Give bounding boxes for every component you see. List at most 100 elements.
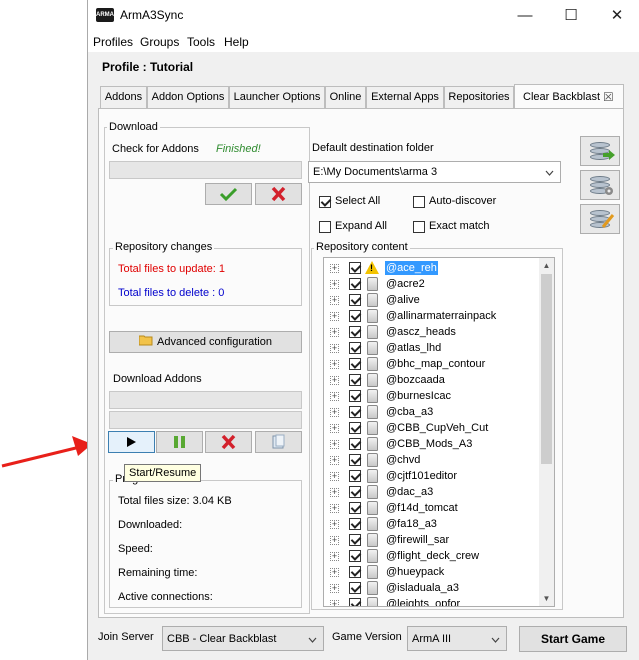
- addon-checkbox[interactable]: [349, 374, 361, 386]
- edit-repository-button[interactable]: [580, 204, 620, 234]
- close-button[interactable]: ✕: [594, 0, 639, 32]
- menu-profiles[interactable]: Profiles: [93, 35, 133, 49]
- addon-checkbox[interactable]: [349, 262, 361, 274]
- expand-icon[interactable]: +: [330, 408, 339, 417]
- tree-row[interactable]: + @chvd: [324, 452, 540, 468]
- expand-icon[interactable]: +: [330, 280, 339, 289]
- tree-row[interactable]: + @acre2: [324, 276, 540, 292]
- expand-icon[interactable]: +: [330, 520, 339, 529]
- addon-checkbox[interactable]: [349, 342, 361, 354]
- expand-icon[interactable]: +: [330, 296, 339, 305]
- addon-checkbox[interactable]: [349, 454, 361, 466]
- expand-icon[interactable]: +: [330, 328, 339, 337]
- auto-discover-checkbox[interactable]: [413, 196, 425, 208]
- destination-folder-select[interactable]: E:\My Documents\arma 3: [308, 161, 561, 183]
- expand-icon[interactable]: +: [330, 424, 339, 433]
- tree-row[interactable]: + @burnesIcac: [324, 388, 540, 404]
- scroll-thumb[interactable]: [541, 274, 552, 464]
- exact-match-checkbox[interactable]: [413, 221, 425, 233]
- scroll-up-icon[interactable]: ▲: [539, 258, 554, 273]
- expand-icon[interactable]: +: [330, 568, 339, 577]
- expand-icon[interactable]: +: [330, 264, 339, 273]
- check-button[interactable]: [205, 183, 252, 205]
- repository-tree[interactable]: +! @ace_reh + @acre2 + @alive + @allinarmaterra…: [323, 257, 555, 607]
- expand-icon[interactable]: +: [330, 504, 339, 513]
- addon-checkbox[interactable]: [349, 278, 361, 290]
- addon-checkbox[interactable]: [349, 518, 361, 530]
- addon-checkbox[interactable]: [349, 470, 361, 482]
- tree-row[interactable]: + @dac_a3: [324, 484, 540, 500]
- expand-icon[interactable]: +: [330, 376, 339, 385]
- addon-checkbox[interactable]: [349, 310, 361, 322]
- addon-checkbox[interactable]: [349, 550, 361, 562]
- tree-row[interactable]: + @bozcaada: [324, 372, 540, 388]
- tree-row[interactable]: + @leights_opfor: [324, 596, 540, 606]
- menu-groups[interactable]: Groups: [140, 35, 179, 49]
- expand-icon[interactable]: +: [330, 552, 339, 561]
- tree-row[interactable]: + @CBB_Mods_A3: [324, 436, 540, 452]
- expand-icon[interactable]: +: [330, 392, 339, 401]
- expand-icon[interactable]: +: [330, 456, 339, 465]
- addon-checkbox[interactable]: [349, 358, 361, 370]
- cancel-download-button[interactable]: [205, 431, 252, 453]
- advanced-configuration-button[interactable]: Advanced configuration: [109, 331, 302, 353]
- copy-button[interactable]: [255, 431, 302, 453]
- expand-icon[interactable]: +: [330, 600, 339, 606]
- addon-checkbox[interactable]: [349, 502, 361, 514]
- expand-icon[interactable]: +: [330, 472, 339, 481]
- addon-checkbox[interactable]: [349, 294, 361, 306]
- expand-icon[interactable]: +: [330, 440, 339, 449]
- tab-external-apps[interactable]: External Apps: [366, 86, 444, 108]
- tab-repositories[interactable]: Repositories: [444, 86, 514, 108]
- tab-addons[interactable]: Addons: [100, 86, 147, 108]
- menu-tools[interactable]: Tools: [187, 35, 215, 49]
- addon-checkbox[interactable]: [349, 486, 361, 498]
- addon-checkbox[interactable]: [349, 534, 361, 546]
- expand-icon[interactable]: +: [330, 584, 339, 593]
- tree-row[interactable]: + @fa18_a3: [324, 516, 540, 532]
- tree-row[interactable]: + @f14d_tomcat: [324, 500, 540, 516]
- addon-checkbox[interactable]: [349, 422, 361, 434]
- tree-row[interactable]: + @flight_deck_crew: [324, 548, 540, 564]
- start-resume-button[interactable]: [108, 431, 155, 453]
- tab-online[interactable]: Online: [325, 86, 366, 108]
- addon-checkbox[interactable]: [349, 438, 361, 450]
- addon-checkbox[interactable]: [349, 390, 361, 402]
- repository-settings-button[interactable]: [580, 170, 620, 200]
- tree-row[interactable]: + @ascz_heads: [324, 324, 540, 340]
- tab-launcher-options[interactable]: Launcher Options: [229, 86, 325, 108]
- minimize-button[interactable]: —: [502, 0, 548, 32]
- game-version-select[interactable]: ArmA III: [407, 626, 507, 651]
- maximize-button[interactable]: ☐: [548, 0, 594, 32]
- scroll-down-icon[interactable]: ▼: [539, 591, 554, 606]
- tree-row[interactable]: + @bhc_map_contour: [324, 356, 540, 372]
- start-game-button[interactable]: Start Game: [519, 626, 627, 652]
- addon-checkbox[interactable]: [349, 566, 361, 578]
- tab-close-icon[interactable]: ☒: [603, 85, 614, 109]
- join-server-select[interactable]: CBB - Clear Backblast: [162, 626, 324, 651]
- select-all-checkbox[interactable]: [319, 196, 331, 208]
- sync-repository-button[interactable]: [580, 136, 620, 166]
- tree-row[interactable]: + @alive: [324, 292, 540, 308]
- expand-icon[interactable]: +: [330, 312, 339, 321]
- expand-all-checkbox[interactable]: [319, 221, 331, 233]
- addon-checkbox[interactable]: [349, 326, 361, 338]
- tree-row[interactable]: + @cba_a3: [324, 404, 540, 420]
- addon-checkbox[interactable]: [349, 598, 361, 606]
- addon-checkbox[interactable]: [349, 582, 361, 594]
- cancel-check-button[interactable]: [255, 183, 302, 205]
- pause-button[interactable]: [156, 431, 203, 453]
- tree-row[interactable]: +! @ace_reh: [324, 260, 540, 276]
- tab-clear-backblast[interactable]: Clear Backblast ☒: [514, 84, 624, 109]
- expand-icon[interactable]: +: [330, 344, 339, 353]
- tree-scrollbar[interactable]: ▲ ▼: [539, 258, 554, 606]
- tree-row[interactable]: + @isladuala_a3: [324, 580, 540, 596]
- addon-checkbox[interactable]: [349, 406, 361, 418]
- tree-row[interactable]: + @atlas_lhd: [324, 340, 540, 356]
- tree-row[interactable]: + @firewill_sar: [324, 532, 540, 548]
- menu-help[interactable]: Help: [224, 35, 249, 49]
- expand-icon[interactable]: +: [330, 360, 339, 369]
- tab-addon-options[interactable]: Addon Options: [147, 86, 229, 108]
- tree-row[interactable]: + @hueypack: [324, 564, 540, 580]
- expand-icon[interactable]: +: [330, 488, 339, 497]
